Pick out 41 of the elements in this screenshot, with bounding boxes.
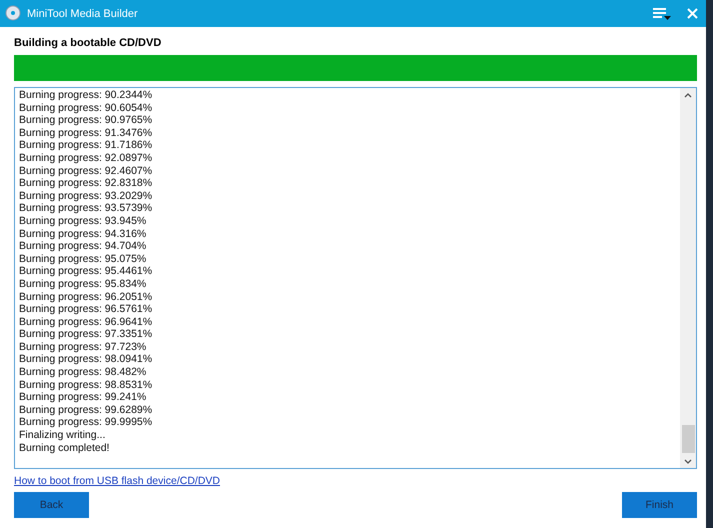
log-line: Burning progress: 98.482% [19,366,148,379]
log-line: Burning progress: 99.6289% [19,404,154,416]
log-line: Burning progress: 98.0941% [19,353,154,366]
log-line: Burning progress: 90.9765% [19,114,154,127]
help-link[interactable]: How to boot from USB flash device/CD/DVD [14,475,220,487]
log-line: Burning progress: 92.8318% [19,177,154,190]
log-line: Burning progress: 93.5739% [19,202,154,215]
log-line: Burning progress: 99.9995% [19,416,154,430]
log-line: Burning progress: 96.5761% [19,303,154,316]
log-line: Burning progress: 95.834% [19,278,148,290]
log-line: Burning progress: 94.704% [19,240,148,253]
log-line: Burning progress: 97.3351% [19,328,154,341]
menu-icon[interactable] [653,6,671,20]
back-button[interactable]: Back [14,492,89,518]
log-line: Burning progress: 92.0897% [19,152,154,165]
log-line: Finalizing writing... [19,429,106,442]
log-line: Burning progress: 92.4607% [19,164,154,178]
close-icon[interactable] [687,8,698,19]
log-line: Burning progress: 90.6054% [19,102,154,114]
log-line: Burning progress: 90.2344% [19,89,154,102]
log-line: Burning completed! [19,442,110,454]
log-line: Burning progress: 91.7186% [19,139,154,152]
window-title: MiniTool Media Builder [27,8,138,20]
section-heading: Building a bootable CD/DVD [14,36,162,51]
finish-button[interactable]: Finish [622,492,697,518]
scroll-up-icon[interactable] [684,93,692,98]
disc-icon [5,5,21,21]
log-line: Burning progress: 99.241% [19,391,148,404]
log-line: Burning progress: 91.3476% [19,126,154,140]
log-line: Burning progress: 93.2029% [19,190,154,202]
scroll-down-icon[interactable] [684,459,692,464]
log-line: Burning progress: 98.8531% [19,378,154,392]
scrollbar[interactable] [680,88,696,468]
log-line: Burning progress: 96.2051% [19,290,154,304]
log-line: Burning progress: 97.723% [19,340,148,354]
log-line: Burning progress: 95.075% [19,252,148,266]
log-line: Burning progress: 93.945% [19,214,148,228]
log-line: Burning progress: 95.4461% [19,265,154,278]
log-line: Burning progress: 96.9641% [19,316,154,328]
log-line: Burning progress: 94.316% [19,228,148,240]
scroll-thumb[interactable] [682,425,694,453]
